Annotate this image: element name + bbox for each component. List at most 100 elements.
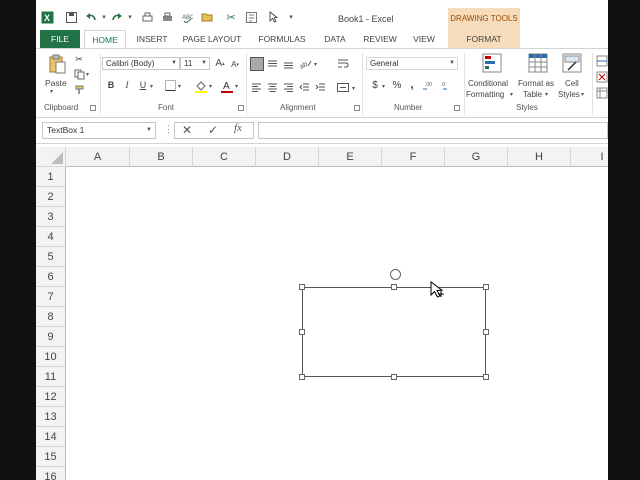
increase-decimal-icon[interactable]: .00: [422, 79, 436, 92]
row-header[interactable]: 6: [36, 267, 66, 287]
cancel-button[interactable]: ✕: [182, 123, 192, 137]
open-icon[interactable]: [200, 10, 214, 24]
text-box-shape[interactable]: [302, 287, 486, 377]
name-box[interactable]: TextBox 1 ▼: [42, 122, 156, 139]
cut-icon[interactable]: ✂: [224, 10, 238, 24]
tab-insert[interactable]: INSERT: [130, 30, 174, 48]
tab-file[interactable]: FILE: [40, 30, 80, 48]
font-size-dropdown[interactable]: 11 ▼: [180, 57, 210, 70]
tab-review[interactable]: REVIEW: [358, 30, 402, 48]
resize-handle-bottom-right[interactable]: [483, 374, 489, 380]
resize-handle-top-middle[interactable]: [391, 284, 397, 290]
row-header[interactable]: 9: [36, 327, 66, 347]
decrease-indent-icon[interactable]: [298, 81, 310, 93]
bold-button[interactable]: B: [106, 79, 116, 91]
row-header[interactable]: 5: [36, 247, 66, 267]
resize-handle-bottom-left[interactable]: [299, 374, 305, 380]
paste-dropdown-icon[interactable]: ▾: [50, 88, 53, 95]
sort-icon[interactable]: [244, 10, 258, 24]
increase-font-icon[interactable]: A ▴: [214, 57, 226, 70]
row-header[interactable]: 14: [36, 427, 66, 447]
underline-button[interactable]: U: [138, 79, 148, 91]
merge-dropdown-icon[interactable]: ▾: [352, 85, 355, 92]
tab-view[interactable]: VIEW: [404, 30, 444, 48]
column-header[interactable]: I: [571, 147, 608, 167]
tab-data[interactable]: DATA: [316, 30, 354, 48]
paste-button-label[interactable]: Paste: [45, 78, 67, 88]
clipboard-launcher-icon[interactable]: [90, 105, 96, 111]
currency-button[interactable]: $: [370, 79, 380, 92]
copy-icon[interactable]: [72, 68, 86, 80]
undo-icon[interactable]: [84, 10, 98, 24]
cell-styles-label-2[interactable]: Styles: [558, 90, 580, 99]
insert-function-button[interactable]: fx: [234, 122, 242, 134]
number-format-dropdown[interactable]: General ▼: [366, 57, 458, 70]
borders-dropdown-icon[interactable]: ▾: [178, 83, 181, 90]
resize-handle-bottom-middle[interactable]: [391, 374, 397, 380]
undo-dropdown-icon[interactable]: ▾: [97, 10, 111, 24]
row-header[interactable]: 1: [36, 167, 66, 187]
column-header[interactable]: D: [256, 147, 319, 167]
rotation-handle[interactable]: [390, 269, 401, 280]
middle-align-icon[interactable]: [266, 57, 278, 69]
resize-handle-top-left[interactable]: [299, 284, 305, 290]
format-cells-icon[interactable]: [596, 87, 608, 99]
formula-input[interactable]: [258, 122, 608, 139]
row-header[interactable]: 10: [36, 347, 66, 367]
quick-print-icon[interactable]: [160, 10, 174, 24]
top-align-icon[interactable]: [250, 57, 264, 71]
save-icon[interactable]: [64, 10, 78, 24]
tab-format[interactable]: FORMAT: [448, 30, 520, 48]
orientation-dropdown-icon[interactable]: ▾: [314, 61, 317, 68]
spelling-icon[interactable]: ABC: [180, 10, 194, 24]
row-header[interactable]: 11: [36, 367, 66, 387]
row-header[interactable]: 2: [36, 187, 66, 207]
column-header[interactable]: F: [382, 147, 445, 167]
decrease-decimal-icon[interactable]: .0: [438, 79, 452, 92]
font-color-dropdown-icon[interactable]: ▾: [235, 83, 238, 90]
orientation-icon[interactable]: ab: [298, 57, 312, 69]
cell-styles-icon[interactable]: [562, 53, 582, 73]
row-header[interactable]: 8: [36, 307, 66, 327]
conditional-formatting-icon[interactable]: [482, 53, 502, 73]
select-objects-icon[interactable]: [266, 10, 280, 24]
chevron-down-icon[interactable]: ▼: [146, 123, 152, 138]
tab-formulas[interactable]: FORMULAS: [250, 30, 314, 48]
insert-cells-icon[interactable]: [596, 55, 608, 67]
delete-cells-icon[interactable]: [596, 71, 608, 83]
resize-handle-middle-left[interactable]: [299, 329, 305, 335]
redo-dropdown-icon[interactable]: ▾: [123, 10, 137, 24]
comma-button[interactable]: ,: [408, 77, 416, 91]
copy-dropdown-icon[interactable]: ▾: [86, 71, 89, 78]
fill-color-icon[interactable]: [194, 79, 207, 93]
enter-button[interactable]: ✓: [208, 123, 218, 137]
wrap-text-icon[interactable]: [336, 57, 350, 69]
resize-handle-middle-right[interactable]: [483, 329, 489, 335]
row-header[interactable]: 13: [36, 407, 66, 427]
excel-logo-icon[interactable]: X: [40, 10, 54, 24]
format-as-table-dropdown-icon[interactable]: ▾: [545, 91, 548, 98]
paste-icon[interactable]: [46, 54, 68, 74]
format-as-table-label-1[interactable]: Format as: [518, 79, 554, 88]
number-launcher-icon[interactable]: [454, 105, 460, 111]
decrease-font-icon[interactable]: A ▾: [229, 58, 241, 71]
align-center-icon[interactable]: [266, 81, 278, 93]
percent-button[interactable]: %: [392, 79, 402, 92]
alignment-launcher-icon[interactable]: [354, 105, 360, 111]
tab-home[interactable]: HOME: [84, 30, 126, 48]
borders-icon[interactable]: [164, 79, 176, 91]
format-as-table-label-2[interactable]: Table: [523, 90, 542, 99]
print-preview-icon[interactable]: [140, 10, 154, 24]
font-launcher-icon[interactable]: [238, 105, 244, 111]
cell-styles-label-1[interactable]: Cell: [565, 79, 579, 88]
column-header[interactable]: G: [445, 147, 508, 167]
row-header[interactable]: 15: [36, 447, 66, 467]
increase-indent-icon[interactable]: [314, 81, 326, 93]
cell-styles-dropdown-icon[interactable]: ▾: [581, 91, 584, 98]
column-header[interactable]: B: [130, 147, 193, 167]
row-header[interactable]: 16: [36, 467, 66, 480]
tab-page-layout[interactable]: PAGE LAYOUT: [178, 30, 246, 48]
row-header[interactable]: 4: [36, 227, 66, 247]
conditional-formatting-label-2[interactable]: Formatting: [466, 90, 504, 99]
select-all-corner[interactable]: [36, 147, 66, 167]
